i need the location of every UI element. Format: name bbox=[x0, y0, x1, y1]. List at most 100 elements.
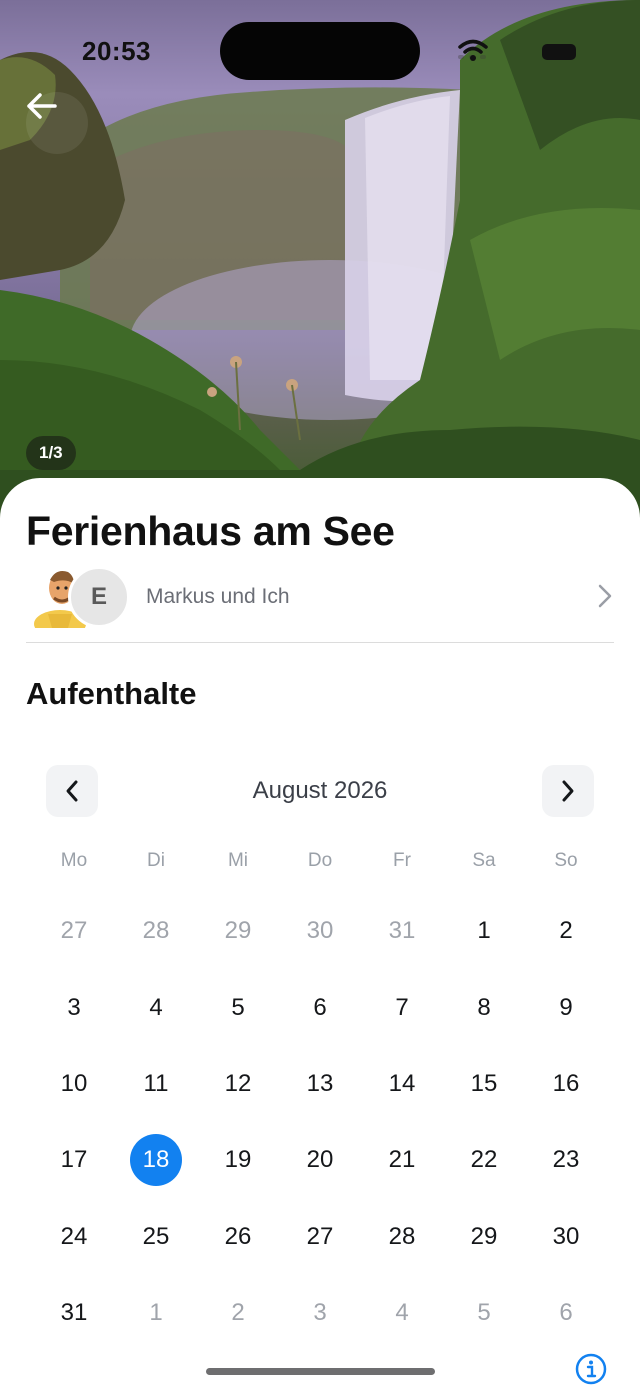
info-icon[interactable] bbox=[574, 1352, 608, 1386]
calendar-day-number: 29 bbox=[224, 917, 252, 945]
calendar-day[interactable]: 1 bbox=[443, 893, 525, 969]
weekday-label: So bbox=[554, 850, 578, 871]
calendar-day[interactable]: 21 bbox=[361, 1122, 443, 1198]
calendar-day-number: 27 bbox=[306, 1222, 334, 1250]
calendar-day[interactable]: 31 bbox=[33, 1275, 115, 1351]
calendar-day[interactable]: 17 bbox=[33, 1122, 115, 1198]
weekday-label: Fr bbox=[393, 850, 411, 871]
detail-sheet: Ferienhaus am See E Markus und Ich Aufen… bbox=[0, 478, 640, 1391]
calendar-day-number: 22 bbox=[470, 1146, 498, 1174]
calendar-day-number: 3 bbox=[313, 1299, 327, 1327]
calendar-day-number: 27 bbox=[60, 917, 88, 945]
divider bbox=[26, 642, 614, 643]
calendar-day[interactable]: 29 bbox=[443, 1199, 525, 1275]
calendar-day-number: 1 bbox=[149, 1299, 163, 1327]
calendar-day-number: 4 bbox=[395, 1299, 409, 1327]
chevron-right-icon bbox=[598, 584, 612, 608]
calendar-day[interactable]: 8 bbox=[443, 969, 525, 1045]
calendar-day[interactable]: 15 bbox=[443, 1046, 525, 1122]
calendar-day[interactable]: 12 bbox=[197, 1046, 279, 1122]
calendar-day[interactable]: 6 bbox=[525, 1275, 607, 1351]
members-row[interactable]: E Markus und Ich bbox=[26, 564, 614, 630]
calendar-day[interactable]: 6 bbox=[279, 969, 361, 1045]
calendar-day[interactable]: 30 bbox=[279, 893, 361, 969]
calendar-day-number: 25 bbox=[142, 1222, 170, 1250]
calendar-day-number: 30 bbox=[552, 1222, 580, 1250]
battery-icon bbox=[542, 44, 576, 60]
calendar-day-number: 6 bbox=[559, 1299, 573, 1327]
avatar: E bbox=[68, 566, 130, 628]
calendar-day-number: 20 bbox=[306, 1146, 334, 1174]
calendar-day[interactable]: 29 bbox=[197, 893, 279, 969]
arrow-left-icon bbox=[27, 93, 57, 119]
calendar-day[interactable]: 3 bbox=[279, 1275, 361, 1351]
calendar-day-number: 31 bbox=[60, 1299, 88, 1327]
calendar-day-number: 5 bbox=[231, 993, 245, 1021]
status-time: 20:53 bbox=[82, 36, 151, 66]
weekday-label: Di bbox=[147, 850, 165, 871]
calendar-day[interactable]: 1 bbox=[115, 1275, 197, 1351]
calendar-day-number: 13 bbox=[306, 1069, 334, 1097]
next-month-button[interactable] bbox=[542, 765, 594, 817]
calendar-day-number: 29 bbox=[470, 1222, 498, 1250]
calendar-day-number: 8 bbox=[477, 993, 491, 1021]
calendar-day-number: 21 bbox=[388, 1146, 416, 1174]
calendar-day[interactable]: 14 bbox=[361, 1046, 443, 1122]
calendar-day-number: 14 bbox=[388, 1069, 416, 1097]
calendar-day[interactable]: 3 bbox=[33, 969, 115, 1045]
calendar-day[interactable]: 4 bbox=[361, 1275, 443, 1351]
calendar-day[interactable]: 16 bbox=[525, 1046, 607, 1122]
calendar-day-number: 6 bbox=[313, 993, 327, 1021]
dynamic-island bbox=[220, 22, 420, 80]
calendar-grid: 27 28 29 30 31 1 2 3 4 5 6 7 8 9 10 11 12 13 14 15 16 17 18 19 2… bbox=[33, 893, 607, 1351]
calendar-day[interactable]: 9 bbox=[525, 969, 607, 1045]
calendar-day[interactable]: 19 bbox=[197, 1122, 279, 1198]
calendar-day-number: 9 bbox=[559, 993, 573, 1021]
calendar-day[interactable]: 30 bbox=[525, 1199, 607, 1275]
calendar-day[interactable]: 11 bbox=[115, 1046, 197, 1122]
calendar-day-number: 16 bbox=[552, 1069, 580, 1097]
calendar-day[interactable]: 28 bbox=[115, 893, 197, 969]
calendar-day[interactable]: 5 bbox=[443, 1275, 525, 1351]
calendar-day-number: 5 bbox=[477, 1299, 491, 1327]
hero-photo: 20:53 1/3 bbox=[0, 0, 640, 520]
calendar-day[interactable]: 23 bbox=[525, 1122, 607, 1198]
calendar-day[interactable]: 31 bbox=[361, 893, 443, 969]
calendar-day[interactable]: 27 bbox=[279, 1199, 361, 1275]
calendar-day[interactable]: 5 bbox=[197, 969, 279, 1045]
calendar-day[interactable]: 20 bbox=[279, 1122, 361, 1198]
calendar-day-number: 17 bbox=[60, 1146, 88, 1174]
calendar-day[interactable]: 22 bbox=[443, 1122, 525, 1198]
calendar-day[interactable]: 7 bbox=[361, 969, 443, 1045]
calendar-day[interactable]: 28 bbox=[361, 1199, 443, 1275]
weekday-label: Do bbox=[307, 850, 333, 871]
weekday-header: Mo Di Mi Do Fr Sa So bbox=[33, 850, 607, 872]
wifi-icon bbox=[458, 39, 488, 61]
calendar-day-number: 1 bbox=[477, 917, 491, 945]
calendar-day-number: 2 bbox=[231, 1299, 245, 1327]
calendar-day[interactable]: 2 bbox=[525, 893, 607, 969]
calendar-day-selected[interactable]: 18 bbox=[115, 1122, 197, 1198]
calendar-day-number: 28 bbox=[142, 917, 170, 945]
calendar-day-number: 28 bbox=[388, 1222, 416, 1250]
back-button[interactable] bbox=[26, 92, 88, 154]
photo-page-counter: 1/3 bbox=[26, 436, 76, 470]
calendar-day[interactable]: 13 bbox=[279, 1046, 361, 1122]
calendar-day[interactable]: 25 bbox=[115, 1199, 197, 1275]
status-indicators bbox=[458, 38, 588, 66]
calendar-day[interactable]: 2 bbox=[197, 1275, 279, 1351]
weekday-label: Sa bbox=[472, 850, 496, 871]
calendar-day[interactable]: 24 bbox=[33, 1199, 115, 1275]
calendar-day-number: 3 bbox=[67, 993, 81, 1021]
calendar-day-number: 2 bbox=[559, 917, 573, 945]
calendar-day[interactable]: 4 bbox=[115, 969, 197, 1045]
calendar-day[interactable]: 27 bbox=[33, 893, 115, 969]
calendar-day[interactable]: 26 bbox=[197, 1199, 279, 1275]
calendar-day-number: 12 bbox=[224, 1069, 252, 1097]
calendar-day-number: 24 bbox=[60, 1222, 88, 1250]
calendar-day[interactable]: 10 bbox=[33, 1046, 115, 1122]
calendar-day-number: 10 bbox=[60, 1069, 88, 1097]
calendar-day-number: 15 bbox=[470, 1069, 498, 1097]
calendar-day-number: 26 bbox=[224, 1222, 252, 1250]
home-indicator bbox=[206, 1368, 435, 1375]
